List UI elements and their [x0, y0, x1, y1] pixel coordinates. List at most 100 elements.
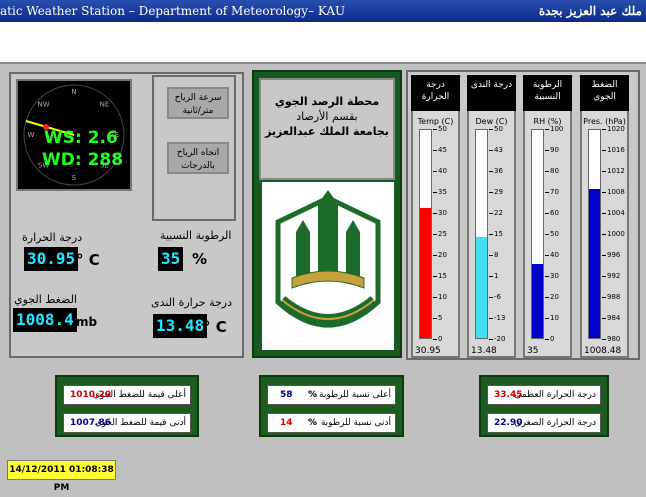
gauge-tick	[489, 192, 493, 193]
gauge-tick-label: 1004	[607, 209, 625, 217]
gauge-tube	[588, 129, 601, 339]
pressure-min-value: 1007.86	[70, 418, 111, 428]
gauge-tick-label: 70	[550, 188, 559, 196]
wind-direction-button-label: اتجاه الرياح بالدرجات	[176, 148, 220, 171]
gauge-tick-label: 22	[494, 209, 503, 217]
temp-unit: ° C	[76, 251, 100, 269]
humidity-max-row: أعلى نسبة للرطوبة % 58	[267, 385, 396, 405]
gauge-tick	[433, 297, 437, 298]
gauge-tick	[602, 276, 606, 277]
timestamp: 14/12/2011 01:08:38 PM	[7, 460, 116, 493]
temp-label: درجة الحرارة	[22, 231, 83, 244]
gauge-tick	[602, 255, 606, 256]
gauge-tick-label: 10	[438, 293, 447, 301]
gauge-tick	[489, 318, 493, 319]
gauge-tick-label: 43	[494, 146, 503, 154]
gauge-tick	[545, 171, 549, 172]
gauge-tick-label: 0	[550, 335, 555, 343]
gauge-tick	[489, 339, 493, 340]
gauge-tick-label: 30	[438, 209, 447, 217]
gauge-tick-label: 1008	[607, 188, 625, 196]
gauge-tick	[602, 213, 606, 214]
gauge-tick-label: 50	[438, 125, 447, 133]
gauge-tick-label: 10	[550, 314, 559, 322]
wind-speed-button-label: سرعة الرياح متر/ثانية	[174, 93, 222, 116]
header-blank	[0, 22, 646, 64]
title-right: ملك عبد العزيز بجدة	[538, 4, 642, 18]
wind-direction-button[interactable]: اتجاه الرياح بالدرجات	[167, 142, 229, 174]
gauge-tick-label: 992	[607, 272, 621, 280]
gauge-tick	[545, 150, 549, 151]
gauge-tick	[545, 234, 549, 235]
gauge-tick-label: 0	[438, 335, 443, 343]
gauge-tick	[602, 192, 606, 193]
gauge-tick-label: 988	[607, 293, 621, 301]
gauge-tick-label: 15	[438, 272, 447, 280]
dew-label: درجة حرارة الندى	[151, 296, 233, 309]
gauge-label: Temp (C)	[417, 117, 454, 126]
pressure-unit: mb	[76, 315, 98, 329]
rh-label: الرطوبة النسبية	[160, 229, 232, 242]
station-line1: محطة الرصد الجوي	[274, 95, 380, 108]
gauge-tick	[433, 192, 437, 193]
gauge-tick-label: 80	[550, 167, 559, 175]
gauge-0: درجة الحرارة Temp (C) 30.95 50 45 40 35 30 25 20 1…	[411, 75, 460, 358]
pressure-min-row: أدنى قيمة للضغط الجوي 1007.86	[63, 413, 191, 433]
gauge-tick-label: 60	[550, 209, 559, 217]
humidity-min-value: 14	[280, 418, 293, 428]
gauge-tick	[545, 192, 549, 193]
temperature-min-row: درجة الحرارة الصغرى 22.90	[487, 413, 601, 433]
compass-dial: NNEESESSWWNW WS: 2.6 WD: 288	[23, 84, 125, 186]
compass-dir-ne: NE	[100, 101, 110, 109]
temperature-max-value: 33.45	[494, 390, 523, 400]
gauge-tick-label: 1016	[607, 146, 625, 154]
dew-value: 13.48	[153, 314, 208, 338]
station-line2: بقسم الأرصاد	[296, 110, 358, 123]
temperature-max-row: درجة الحرارة العظمى 33.45	[487, 385, 601, 405]
gauge-tick-label: 90	[550, 146, 559, 154]
gauge-tick-label: 50	[550, 230, 559, 238]
gauge-tick	[433, 318, 437, 319]
compass-dir-nw: NW	[38, 101, 50, 109]
gauge-tick-label: 8	[494, 251, 499, 259]
station-title-box: محطة الرصد الجوي بقسم الأرصاد بجامعة الم…	[259, 78, 395, 180]
dew-unit: ° C	[203, 318, 227, 336]
gauge-tick-label: -13	[494, 314, 506, 322]
gauge-tick-label: 30	[550, 272, 559, 280]
gauge-tick-label: -6	[494, 293, 501, 301]
gauge-value: 1008.48	[584, 346, 622, 356]
gauge-tick	[602, 150, 606, 151]
gauge-tick	[489, 129, 493, 130]
gauge-tick-label: -20	[494, 335, 506, 343]
gauge-tick-label: 980	[607, 335, 621, 343]
wind-speed-readout: WS: 2.6	[44, 128, 118, 148]
pressure-value: 1008.4	[13, 308, 77, 332]
gauge-tick	[602, 297, 606, 298]
gauge-tick	[545, 255, 549, 256]
wind-speed-button[interactable]: سرعة الرياح متر/ثانية	[167, 87, 229, 119]
gauge-tick	[602, 339, 606, 340]
gauge-tick	[433, 255, 437, 256]
gauge-tick-label: 40	[438, 167, 447, 175]
gauge-tick	[545, 318, 549, 319]
title-bar: atic Weather Station – Department of Met…	[0, 0, 646, 22]
gauge-tick	[545, 339, 549, 340]
gauge-1: درجة الندى Dew (C) 13.48 50 43 36 29 22 15 8 1 -6 -1…	[467, 75, 516, 358]
gauge-tube	[475, 129, 488, 339]
gauge-tick	[489, 213, 493, 214]
gauge-value: 30.95	[415, 346, 441, 356]
title-left: atic Weather Station – Department of Met…	[0, 4, 346, 18]
pressure-label: الضغط الجوي	[14, 293, 77, 306]
humidity-minmax-box: أعلى نسبة للرطوبة % 58 أدنى نسبة للرطوبة…	[259, 375, 404, 437]
gauge-tick	[545, 129, 549, 130]
temp-value: 30.95	[24, 247, 79, 271]
temperature-min-value: 22.90	[494, 418, 523, 428]
rh-value: 35	[158, 247, 184, 271]
gauge-tick-label: 45	[438, 146, 447, 154]
gauge-tick	[602, 234, 606, 235]
gauge-tube	[419, 129, 432, 339]
logo-emblem	[275, 190, 381, 328]
gauge-tick	[489, 234, 493, 235]
gauge-tick	[433, 171, 437, 172]
gauge-tick-label: 20	[438, 251, 447, 259]
